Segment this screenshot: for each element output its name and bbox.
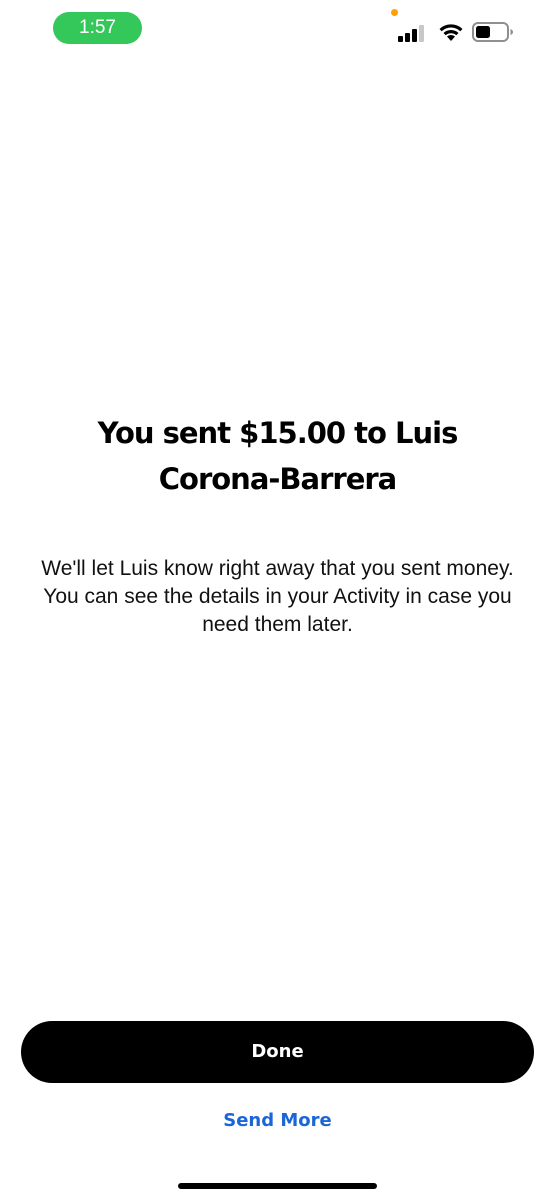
confirmation-description: We'll let Luis know right away that you … (41, 557, 514, 636)
done-button[interactable]: Done (21, 1021, 534, 1083)
send-more-link[interactable]: Send More (0, 1110, 555, 1131)
wifi-icon (439, 24, 463, 41)
signal-icon (398, 25, 424, 42)
confirmation-title: You sent $15.00 to Luis Corona-Barrera (97, 416, 459, 496)
battery-icon (472, 22, 513, 42)
status-time: 1:57 (53, 12, 142, 44)
privacy-indicator-dot (391, 9, 398, 16)
status-bar: 1:57 (0, 0, 555, 60)
home-indicator (178, 1183, 377, 1189)
confirmation-message: You sent $15.00 to Luis Corona-Barrera W… (0, 410, 555, 639)
